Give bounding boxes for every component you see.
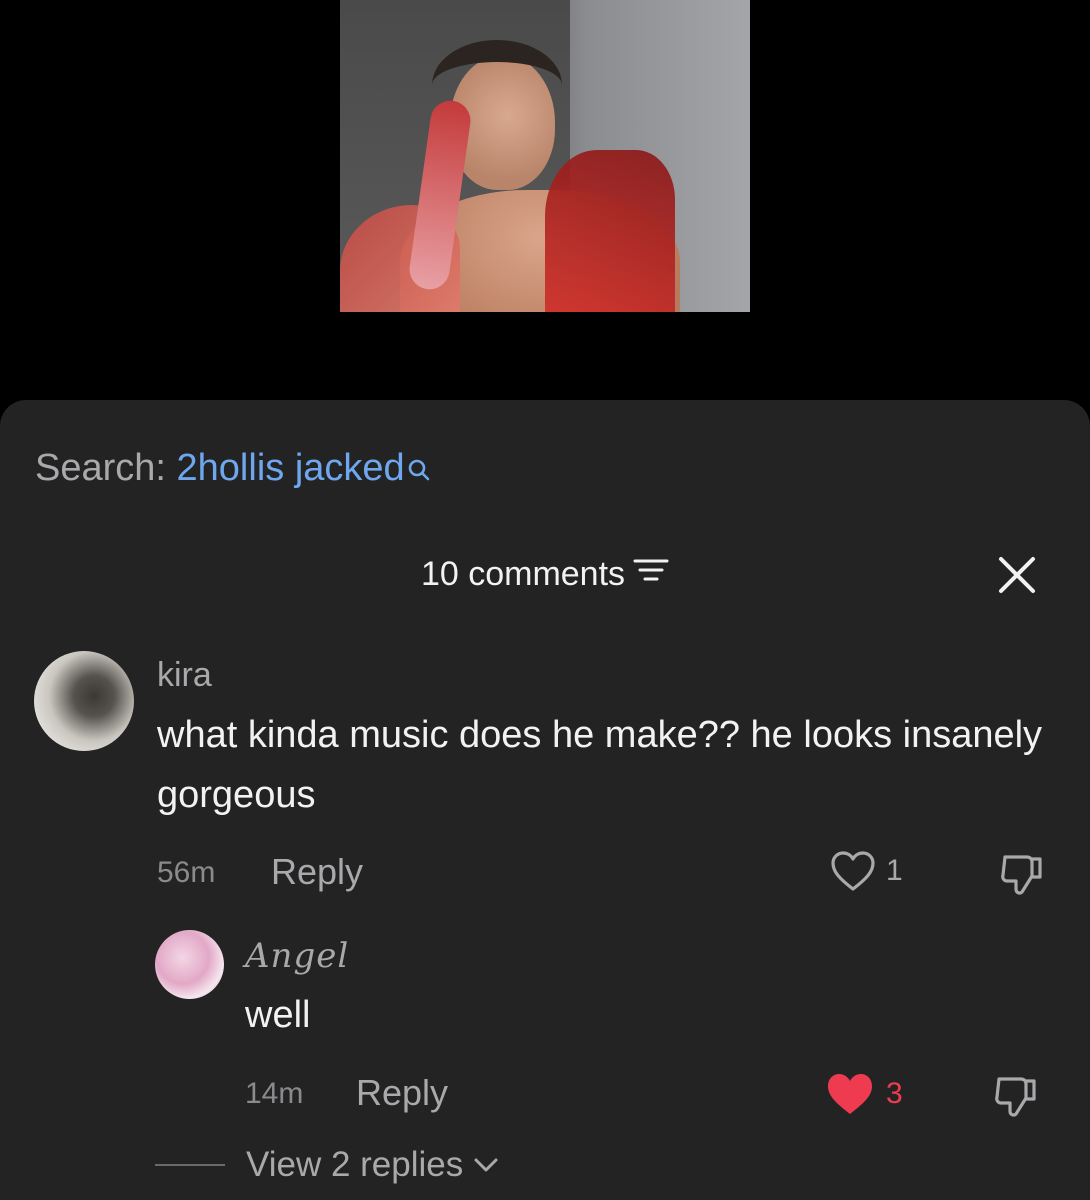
heart-filled-icon bbox=[828, 1074, 872, 1114]
close-icon bbox=[999, 557, 1035, 593]
avatar[interactable] bbox=[34, 651, 134, 751]
dislike-icon bbox=[1001, 855, 1042, 895]
reply-button[interactable]: Reply bbox=[356, 1073, 448, 1113]
comment-username[interactable]: kira bbox=[157, 655, 212, 695]
comment-timestamp: 14m bbox=[245, 1077, 304, 1110]
search-query[interactable]: 2hollis jacked bbox=[177, 447, 405, 489]
view-replies-label: View 2 replies bbox=[246, 1145, 464, 1184]
like-button[interactable]: 3 bbox=[826, 1072, 903, 1116]
video-red-scarf-right bbox=[545, 150, 675, 312]
dislike-button[interactable] bbox=[997, 849, 1047, 899]
video-thumbnail[interactable] bbox=[340, 0, 750, 312]
comments-count: 10 comments bbox=[420, 555, 626, 593]
avatar[interactable] bbox=[155, 930, 224, 999]
like-button[interactable]: 1 bbox=[830, 850, 903, 892]
close-button[interactable] bbox=[995, 553, 1039, 597]
comment-timestamp: 56m bbox=[157, 856, 216, 889]
search-suggestion[interactable]: Search: 2hollis jacked bbox=[35, 446, 431, 492]
dislike-button[interactable] bbox=[991, 1071, 1041, 1121]
search-icon[interactable] bbox=[407, 448, 431, 492]
view-replies-button[interactable]: View 2 replies bbox=[246, 1145, 501, 1185]
comment-username[interactable]: Angel bbox=[245, 936, 349, 976]
comments-header[interactable]: 10 comments bbox=[0, 552, 1090, 596]
comment-text: well bbox=[245, 994, 311, 1036]
like-count: 1 bbox=[886, 854, 903, 887]
filter-icon[interactable] bbox=[633, 552, 669, 596]
search-prefix: Search: bbox=[35, 447, 166, 489]
replies-divider bbox=[155, 1164, 225, 1166]
heart-icon bbox=[831, 851, 875, 891]
reply-button[interactable]: Reply bbox=[271, 852, 363, 892]
like-count: 3 bbox=[886, 1077, 903, 1110]
chevron-down-icon bbox=[474, 1158, 498, 1172]
comment-text: what kinda music does he make?? he looks… bbox=[157, 714, 1043, 816]
dislike-icon bbox=[995, 1077, 1036, 1117]
page: Search: 2hollis jacked 10 comments kira … bbox=[0, 0, 1090, 1200]
